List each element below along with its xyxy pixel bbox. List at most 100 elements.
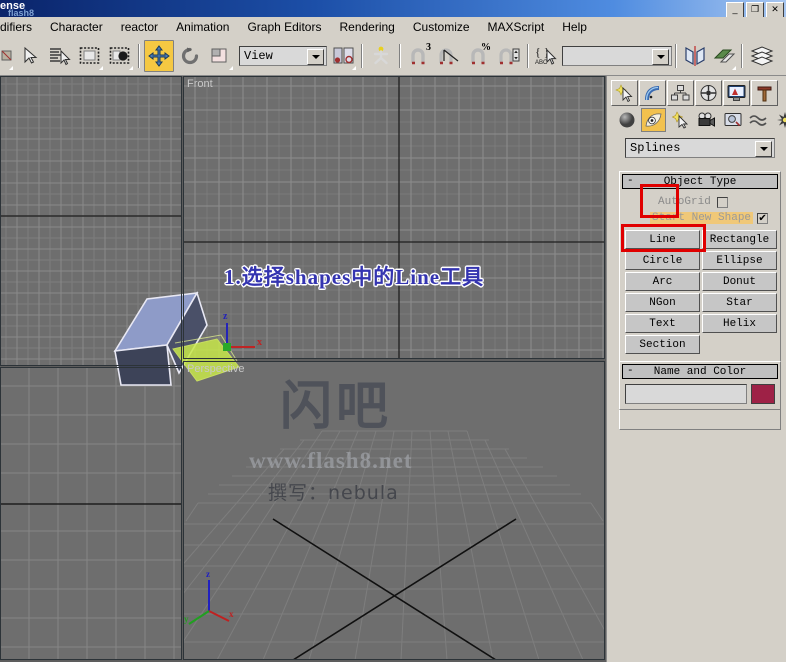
object-type-rollout-header[interactable]: - Object Type <box>622 174 778 189</box>
reference-coordinate-system-dropdown[interactable]: View <box>239 46 327 66</box>
svg-text:x: x <box>229 609 234 619</box>
subtab-space-warps-icon[interactable] <box>747 109 770 131</box>
shape-button-section[interactable]: Section <box>625 335 700 354</box>
subtab-cameras-icon[interactable] <box>695 109 718 131</box>
command-tab-motion[interactable] <box>695 80 722 106</box>
toolbar-separator-6 <box>741 44 743 68</box>
svg-text:ABC: ABC <box>535 60 548 66</box>
viewport-perspective-label: Perspective <box>187 363 245 375</box>
chevron-down-icon-2[interactable] <box>652 49 669 65</box>
menu-item-character[interactable]: Character <box>41 18 112 36</box>
select-and-rotate-icon[interactable] <box>176 41 204 71</box>
command-panel-tabs <box>611 80 778 106</box>
viewport-front-label: Front <box>187 78 213 90</box>
shape-button-donut[interactable]: Donut <box>702 272 777 291</box>
shape-button-circle[interactable]: Circle <box>625 251 700 270</box>
subtab-helpers-icon[interactable] <box>721 109 744 131</box>
select-and-scale-icon[interactable] <box>206 41 234 71</box>
undo-icon[interactable] <box>0 41 14 71</box>
shape-button-arc[interactable]: Arc <box>625 272 700 291</box>
menu-item-graph-editors[interactable]: Graph Editors <box>238 18 330 36</box>
name-and-color-rollout: - Name and Color <box>619 361 781 410</box>
shape-category-dropdown[interactable]: Splines <box>625 138 775 158</box>
watermark-logo: 闪吧 <box>280 377 393 437</box>
named-selection-sets-icon[interactable]: { } ABC <box>533 41 559 71</box>
svg-text:z: z <box>206 569 210 579</box>
subtab-lights-icon[interactable] <box>669 109 692 131</box>
command-tab-create[interactable] <box>611 80 638 106</box>
select-region-icon[interactable] <box>106 41 134 71</box>
autogrid-label: AutoGrid <box>658 196 711 208</box>
command-tab-utilities[interactable] <box>751 80 778 106</box>
menu-item-maxscript[interactable]: MAXScript <box>479 18 554 36</box>
start-new-shape-label: Start New Shape <box>650 212 754 224</box>
select-and-manipulate-icon[interactable] <box>367 41 395 71</box>
subtab-systems-icon[interactable] <box>773 109 786 131</box>
spinner-snap-toggle-icon[interactable] <box>495 41 523 71</box>
layer-manager-icon[interactable] <box>747 41 777 71</box>
viewport-left-top[interactable] <box>0 76 182 366</box>
chevron-down-icon-3[interactable] <box>755 141 772 157</box>
viewport-area: Front z x y Perspective z x 1.选择shapes中的… <box>0 76 606 662</box>
start-new-shape-checkbox[interactable]: ✔ <box>757 212 769 224</box>
main-toolbar: View 3 % {} ABC <box>0 37 786 76</box>
select-object-icon[interactable] <box>16 41 44 71</box>
use-pivot-point-center-icon[interactable] <box>331 41 357 71</box>
shape-button-rectangle[interactable]: Rectangle <box>702 230 777 249</box>
name-and-color-title: Name and Color <box>653 365 747 378</box>
command-tab-hierarchy[interactable] <box>667 80 694 106</box>
subtab-shapes-icon[interactable] <box>641 108 666 132</box>
name-and-color-rollout-header[interactable]: - Name and Color <box>622 364 778 379</box>
viewport-perspective[interactable]: z x y Perspective <box>183 361 605 660</box>
viewport-front[interactable]: Front <box>183 76 605 359</box>
title-bar: ense flash8 _ ❐ ✕ <box>0 0 786 17</box>
menu-item-reactor[interactable]: reactor <box>112 18 167 36</box>
restore-button[interactable]: ❐ <box>746 2 764 17</box>
name-and-color-collapse-icon[interactable]: - <box>627 365 634 377</box>
object-type-collapse-icon[interactable]: - <box>627 175 634 187</box>
menu-item-help[interactable]: Help <box>553 18 596 36</box>
select-by-name-icon[interactable] <box>46 41 74 71</box>
autogrid-checkbox[interactable] <box>716 196 728 208</box>
viewport-left-bottom[interactable] <box>0 367 182 660</box>
chevron-down-icon[interactable] <box>307 49 324 65</box>
rectangular-selection-region-icon[interactable] <box>76 41 104 71</box>
minimize-button[interactable]: _ <box>726 2 744 17</box>
object-type-button-grid: Line Rectangle Circle Ellipse Arc Donut … <box>625 230 777 354</box>
command-tab-display[interactable] <box>723 80 750 106</box>
select-and-move-icon[interactable] <box>144 40 174 72</box>
window-controls: _ ❐ ✕ <box>726 2 784 17</box>
menu-item-customize[interactable]: Customize <box>404 18 479 36</box>
shape-button-ngon[interactable]: NGon <box>625 293 700 312</box>
align-icon[interactable] <box>711 41 737 71</box>
autogrid-row[interactable]: AutoGrid <box>658 196 728 208</box>
shape-category-value: Splines <box>630 141 681 155</box>
shape-button-star[interactable]: Star <box>702 293 777 312</box>
start-new-shape-row[interactable]: Start New Shape ✔ <box>650 212 769 224</box>
percent-snap-toggle-icon[interactable]: % <box>465 41 493 71</box>
object-color-swatch[interactable] <box>751 384 775 404</box>
snap-3d-label: 3 <box>426 42 431 53</box>
shape-button-ellipse[interactable]: Ellipse <box>702 251 777 270</box>
toolbar-separator-5 <box>675 44 677 68</box>
menu-item-modifiers[interactable]: difiers <box>0 18 41 36</box>
svg-text:y: y <box>184 614 189 624</box>
mirror-icon[interactable] <box>681 41 709 71</box>
title-watermark: flash8 <box>8 8 35 17</box>
close-button[interactable]: ✕ <box>766 2 784 17</box>
shape-button-line[interactable]: Line <box>625 230 700 249</box>
angle-snap-toggle-icon[interactable] <box>435 41 463 71</box>
command-tab-modify[interactable] <box>639 80 666 106</box>
menu-item-animation[interactable]: Animation <box>167 18 238 36</box>
named-selection-sets-dropdown[interactable] <box>562 46 672 66</box>
menu-item-rendering[interactable]: Rendering <box>330 18 403 36</box>
snaps-toggle-icon[interactable]: 3 <box>405 41 433 71</box>
reference-coord-value: View <box>244 49 273 63</box>
object-type-title: Object Type <box>663 175 737 188</box>
object-name-input[interactable] <box>625 384 747 404</box>
toolbar-separator-4 <box>527 44 529 68</box>
shape-button-helix[interactable]: Helix <box>702 314 777 333</box>
toolbar-separator-3 <box>399 44 401 68</box>
shape-button-text[interactable]: Text <box>625 314 700 333</box>
subtab-geometry-sphere-icon[interactable] <box>615 109 638 131</box>
